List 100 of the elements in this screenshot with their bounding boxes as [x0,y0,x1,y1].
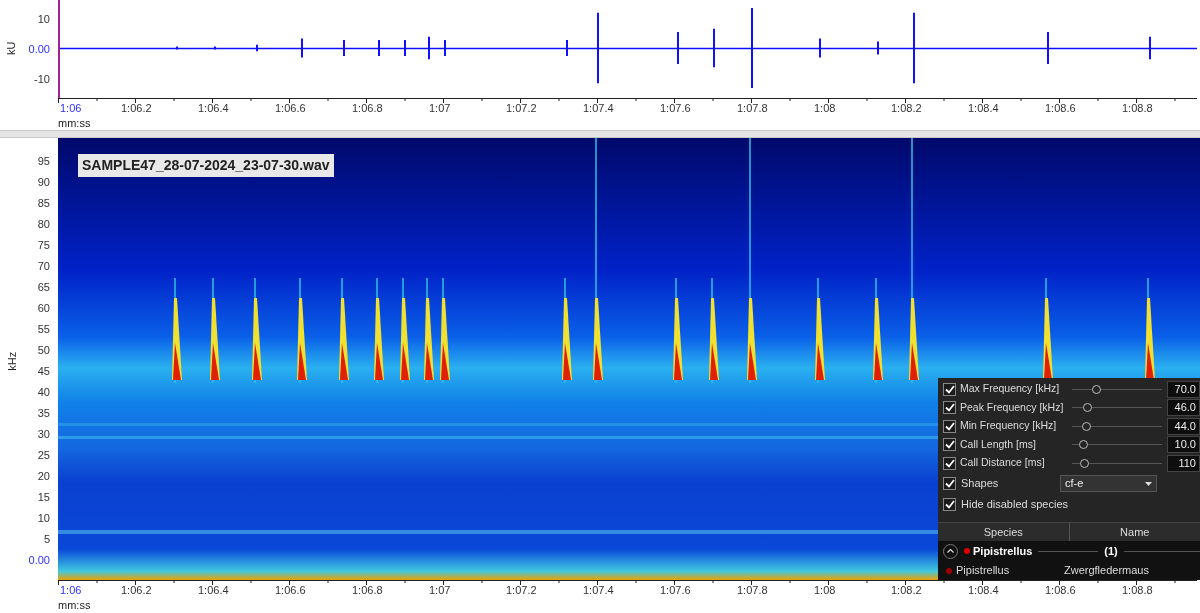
slider-thumb[interactable] [1092,384,1102,394]
y-tick-label: 35 [37,408,50,419]
file-name-label: SAMPLE47_28-07-2024_23-07-30.wav [78,154,334,177]
chevron-up-icon [947,549,954,553]
value-field[interactable]: 44.0 [1167,417,1200,435]
x-tick-label: 1:07.2 [506,585,537,596]
x-tick-label: 1:08.4 [968,585,999,596]
y-tick-label: 40 [37,387,50,398]
value-field[interactable]: 110 [1167,454,1200,472]
group-name: Pipistrellus [973,543,1033,559]
x-tick-label: 1:06.2 [121,585,152,596]
y-tick-label: -10 [34,74,50,85]
filter-label: Peak Frequency [kHz] [960,399,1065,415]
checkbox[interactable] [943,401,956,415]
x-tick-label: 1:07 [429,103,451,114]
x-tick-label: 1:07.8 [737,585,768,596]
x-tick-label: 1:08.6 [1045,103,1076,114]
x-tick-label: 1:08 [814,585,836,596]
checkmark-icon [944,421,955,431]
x-tick-label: 1:08.4 [968,103,999,114]
y-tick-label: 20 [37,471,50,482]
y-tick-label: 30 [37,429,50,440]
filter-label: Hide disabled species [961,497,1068,513]
y-tick-label: 90 [37,177,50,188]
x-tick-label: 1:06.4 [198,585,229,596]
x-tick-label: 1:06.6 [275,585,306,596]
checkbox[interactable] [943,498,956,511]
y-tick-label: 75 [37,240,50,251]
y-tick-label: 80 [37,219,50,230]
y-tick-label: 25 [37,450,50,461]
y-axis-label: kHz [5,351,20,371]
checkmark-icon [944,440,955,450]
y-tick-label: 0.00 [28,44,50,55]
column-header[interactable]: Name [1069,522,1200,541]
x-tick-label: 1:07.2 [506,103,537,114]
y-tick-label: 10 [37,14,50,25]
checkbox[interactable] [943,382,956,396]
y-axis-label: kU [4,41,19,55]
slider-track[interactable] [1072,421,1162,432]
checkmark-icon [944,500,955,509]
y-tick-label: 85 [37,198,50,209]
x-tick-label: 1:07.6 [660,103,691,114]
y-tick-label: 5 [43,534,50,545]
checkmark-icon [944,384,955,394]
name-cell-text: Zwergfledermaus [1064,563,1149,579]
y-tick-label: 70 [37,261,50,272]
x-tick-label: 1:08.8 [1122,585,1153,596]
x-tick-label: 1:07.4 [583,585,614,596]
group-count: (1) [1104,543,1118,559]
y-tick-label: 50 [37,345,50,356]
y-tick-label: 65 [37,282,50,293]
value-field[interactable]: 70.0 [1167,380,1200,398]
x-axis-label: mm:ss [58,118,91,129]
x-tick-label: 1:06.2 [121,103,152,114]
x-tick-label: 1:07.4 [583,103,614,114]
y-tick-label: 95 [37,156,50,167]
x-tick-label: 1:08.2 [891,103,922,114]
x-tick-label: 1:07.8 [737,103,768,114]
shapes-dropdown[interactable]: cf-e [1060,475,1157,492]
x-tick-label: 1:06.8 [352,585,383,596]
slider-thumb[interactable] [1082,421,1092,431]
x-tick-label: 1:08.8 [1122,103,1153,114]
y-tick-label: 55 [37,324,50,335]
checkmark-icon [944,403,955,413]
slider-thumb[interactable] [1078,440,1088,450]
y-tick-label: 15 [37,492,50,503]
x-axis-label: mm:ss [58,600,91,611]
x-tick-label: 1:08.2 [891,585,922,596]
slider-track[interactable] [1072,402,1162,413]
x-tick-label: 1:07.6 [660,585,691,596]
slider-thumb[interactable] [1079,458,1089,468]
checkbox[interactable] [943,477,956,490]
filter-label: Min Frequency [kHz] [960,418,1058,434]
y-tick-label: 45 [37,366,50,377]
caret-icon [1145,481,1152,486]
slider-track[interactable] [1072,458,1162,469]
value-field[interactable]: 10.0 [1167,436,1200,454]
x-tick-label: 1:08 [814,103,836,114]
slider-thumb[interactable] [1083,403,1093,413]
filter-label: Call Length [ms] [960,436,1037,452]
filter-label: Call Distance [ms] [960,455,1046,471]
value-field[interactable]: 46.0 [1167,399,1200,417]
y-tick-label: 60 [37,303,50,314]
filter-label: Shapes [961,476,1000,492]
filter-label: Max Frequency [kHz] [960,381,1061,397]
x-tick-label: 1:07 [429,585,451,596]
x-tick-label: 1:06.8 [352,103,383,114]
x-tick-label: 1:06 [60,103,82,114]
x-tick-label: 1:06 [60,585,82,596]
checkmark-icon [944,479,955,488]
y-tick-label: 0.00 [28,555,50,566]
species-cell-text: Pipistrellus [956,563,1011,579]
x-tick-label: 1:06.4 [198,103,229,114]
x-tick-label: 1:08.6 [1045,585,1076,596]
slider-track[interactable] [1072,384,1162,395]
checkbox[interactable] [943,419,956,433]
slider-track[interactable] [1072,439,1162,450]
x-tick-label: 1:06.6 [275,103,306,114]
checkbox[interactable] [943,456,956,470]
checkbox[interactable] [943,438,956,452]
